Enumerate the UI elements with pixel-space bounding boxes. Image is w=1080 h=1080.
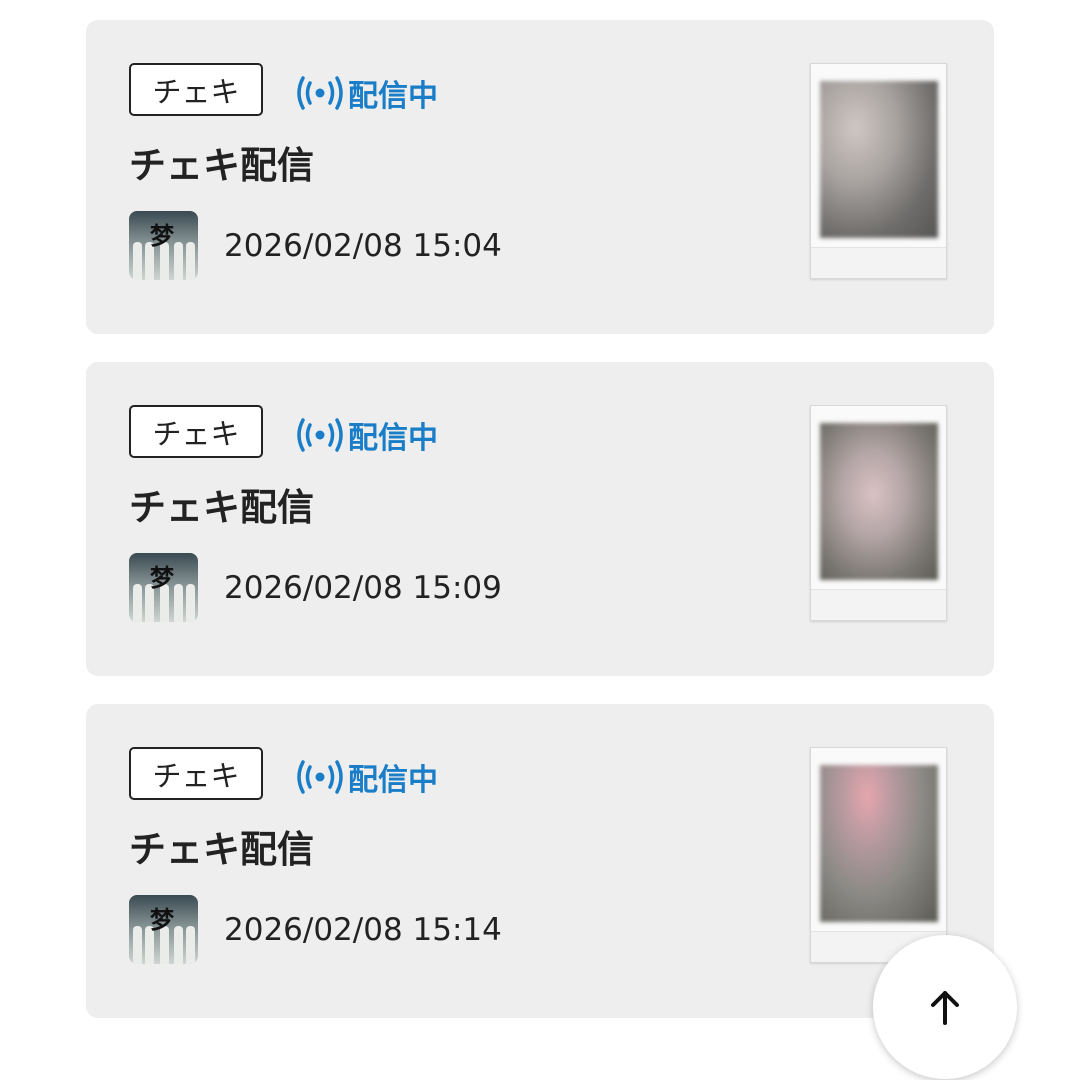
cheki-card[interactable]: チェキ 配信中 チェキ配信 梦 2026/02/08 15:09: [86, 362, 994, 676]
category-tag: チェキ: [129, 747, 263, 800]
live-status-label: 配信中: [348, 763, 438, 798]
card-title: チェキ配信: [129, 486, 314, 529]
live-status: 配信中: [294, 755, 438, 799]
timestamp: 2026/02/08 15:04: [224, 228, 502, 264]
live-status-label: 配信中: [348, 421, 438, 456]
cheki-thumbnail[interactable]: [810, 405, 947, 621]
cheki-thumbnail[interactable]: [810, 747, 947, 963]
broadcast-icon: [297, 76, 343, 110]
category-tag: チェキ: [129, 405, 263, 458]
avatar: 梦: [129, 553, 198, 622]
live-status: 配信中: [294, 413, 438, 457]
timestamp: 2026/02/08 15:14: [224, 912, 502, 948]
avatar: 梦: [129, 211, 198, 280]
card-title: チェキ配信: [129, 144, 314, 187]
scroll-to-top-button[interactable]: [873, 935, 1017, 1079]
card-title: チェキ配信: [129, 828, 314, 871]
category-tag: チェキ: [129, 63, 263, 116]
timestamp: 2026/02/08 15:09: [224, 570, 502, 606]
cheki-card[interactable]: チェキ 配信中 チェキ配信 梦 2026/02/08 15:04: [86, 20, 994, 334]
live-status: 配信中: [294, 71, 438, 115]
avatar: 梦: [129, 895, 198, 964]
broadcast-icon: [297, 418, 343, 452]
arrow-up-icon: [931, 991, 959, 1025]
cheki-card[interactable]: チェキ 配信中 チェキ配信 梦 2026/02/08 15:14: [86, 704, 994, 1018]
broadcast-icon: [297, 760, 343, 794]
cheki-thumbnail[interactable]: [810, 63, 947, 279]
live-status-label: 配信中: [348, 79, 438, 114]
